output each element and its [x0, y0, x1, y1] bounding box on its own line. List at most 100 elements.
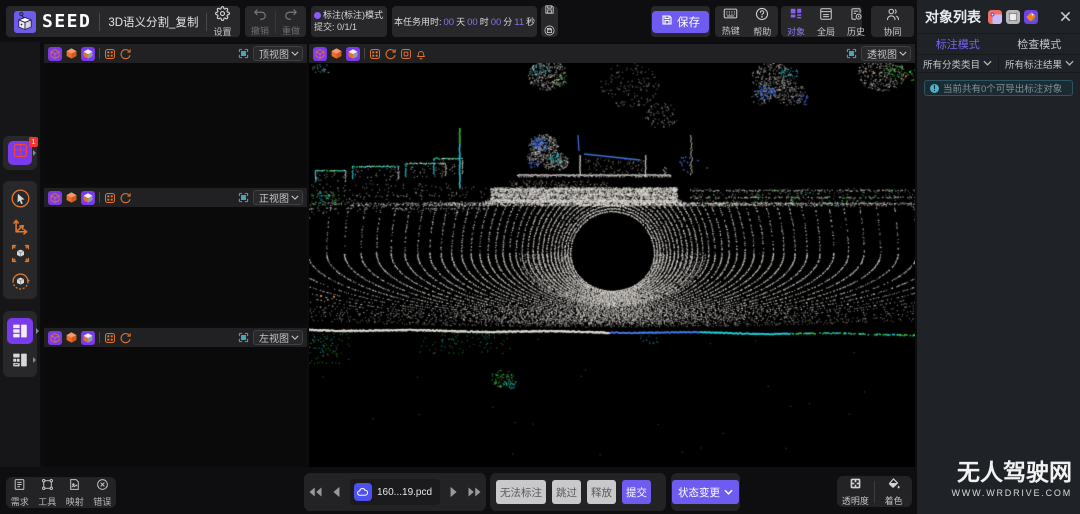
tools-button[interactable]: 工具	[34, 478, 61, 507]
reset-rotation-icon[interactable]	[384, 47, 397, 60]
fit-view-icon[interactable]	[369, 48, 381, 60]
current-frame-chip[interactable]: 160...19.pcd	[350, 479, 440, 505]
mode-tabs: 标注模式 检查模式	[917, 34, 1080, 55]
submit-button[interactable]: 提交	[622, 480, 651, 504]
save-button[interactable]: 保存	[652, 11, 709, 33]
rotate-3d-tool[interactable]	[7, 268, 33, 294]
tab-annotate-mode[interactable]: 标注模式	[917, 34, 999, 54]
collab-button[interactable]: 协同	[877, 7, 907, 37]
layout-three-plus-one-button[interactable]	[7, 318, 33, 344]
fit-view-icon[interactable]	[104, 192, 116, 204]
bottom-bar: 需求 工具 映射 错误 160...19.pcd	[0, 467, 917, 514]
shaded-cube-icon[interactable]	[81, 331, 95, 345]
layout-grid-button[interactable]	[9, 349, 31, 371]
requirement-button[interactable]: 需求	[6, 478, 33, 507]
tab-review-mode[interactable]: 检查模式	[999, 34, 1080, 54]
solid-cube-icon[interactable]	[330, 47, 343, 60]
colorize-button[interactable]: 着色	[876, 477, 912, 506]
tag-mode-icon[interactable]	[1024, 10, 1038, 24]
viewport-main[interactable]: 透视图	[309, 44, 915, 467]
viewport-top[interactable]: 顶视图	[44, 44, 307, 184]
view-selector-label: 顶视图	[259, 46, 289, 61]
settings-label: 设置	[213, 27, 231, 37]
mapping-button[interactable]: 映射	[61, 478, 88, 507]
axes-tool[interactable]	[7, 213, 33, 239]
rect-draw-mode-icon[interactable]	[988, 10, 1002, 24]
view-selector-dropdown[interactable]: 左视图	[253, 330, 303, 345]
frame-file-name: 160...19.pcd	[377, 487, 432, 498]
requirement-label: 需求	[11, 497, 29, 507]
flyout-arrow-icon[interactable]	[33, 150, 36, 156]
skip-button[interactable]: 跳过	[552, 480, 581, 504]
solid-cube-icon[interactable]	[65, 47, 78, 60]
reset-rotation-icon[interactable]	[119, 331, 132, 344]
focus-icon[interactable]	[846, 48, 857, 59]
object-list-panel: 对象列表 标注模式 检查模式 所有分类类目 所有标注结果 ! 当前共有0个可导出…	[917, 0, 1080, 514]
reset-rotation-icon[interactable]	[119, 191, 132, 204]
chevron-down-icon	[291, 195, 299, 200]
opacity-button[interactable]: 透明度	[837, 477, 873, 506]
segmentation-tool-button[interactable]: 1	[8, 141, 32, 165]
focus-icon[interactable]	[238, 192, 249, 203]
history-icon	[849, 7, 863, 26]
solid-cube-icon[interactable]	[65, 191, 78, 204]
history-tab-button[interactable]: 历史	[841, 7, 871, 37]
prev-frame-button[interactable]	[327, 486, 345, 498]
shaded-cube-icon[interactable]	[81, 47, 95, 61]
wireframe-cube-icon[interactable]	[48, 191, 62, 205]
category-filter-dropdown[interactable]: 所有分类类目	[917, 55, 998, 72]
status-change-label: 状态变更	[678, 485, 720, 500]
wireframe-cube-icon[interactable]	[313, 47, 327, 61]
view-selector-dropdown[interactable]: 顶视图	[253, 46, 303, 61]
global-tab-button[interactable]: 全局	[811, 7, 841, 37]
shaded-cube-icon[interactable]	[81, 191, 95, 205]
bell-icon[interactable]	[415, 48, 427, 60]
projection-box-icon[interactable]	[400, 48, 412, 60]
select-cursor-tool[interactable]	[7, 186, 33, 212]
floppy-icon[interactable]	[544, 2, 555, 20]
flyout-arrow-icon[interactable]	[36, 328, 39, 334]
focus-icon[interactable]	[238, 48, 249, 59]
undo-button[interactable]: 撤销	[245, 7, 275, 36]
next-frame-button[interactable]	[445, 486, 463, 498]
view-selector-dropdown[interactable]: 透视图	[861, 46, 911, 61]
first-frame-button[interactable]	[304, 486, 327, 498]
wireframe-cube-icon[interactable]	[48, 47, 62, 61]
release-button[interactable]: 释放	[587, 480, 616, 504]
opacity-label: 透明度	[842, 496, 869, 506]
export-info-text: 当前共有0个可导出标注对象	[943, 81, 1062, 95]
shaded-cube-icon[interactable]	[346, 47, 360, 61]
timer-group: 本任务用时:00天00时00分11秒	[392, 6, 537, 37]
select-mode-icon[interactable]	[1006, 10, 1020, 24]
transform-rect-icon	[41, 478, 54, 496]
result-filter-dropdown[interactable]: 所有标注结果	[998, 55, 1080, 72]
fit-view-icon[interactable]	[104, 48, 116, 60]
hotkey-button[interactable]: 热键	[716, 7, 746, 36]
paint-bucket-icon	[887, 477, 901, 495]
help-button[interactable]: 帮助	[747, 7, 777, 37]
focus-icon[interactable]	[238, 332, 249, 343]
fit-view-icon[interactable]	[104, 332, 116, 344]
status-change-button[interactable]: 状态变更	[672, 480, 739, 504]
objects-tab-button[interactable]: 对象	[781, 7, 811, 37]
last-frame-button[interactable]	[463, 486, 486, 498]
cannot-annotate-button[interactable]: 无法标注	[496, 480, 546, 504]
flyout-arrow-icon[interactable]	[33, 357, 36, 363]
close-panel-icon[interactable]	[1059, 10, 1072, 23]
reset-rotation-icon[interactable]	[119, 47, 132, 60]
solid-cube-icon[interactable]	[65, 331, 78, 344]
chevron-down-icon	[291, 51, 299, 56]
error-button[interactable]: 错误	[89, 478, 116, 507]
view-selector-dropdown[interactable]: 正视图	[253, 190, 303, 205]
viewport-left[interactable]: 左视图	[44, 328, 307, 467]
redo-button[interactable]: 重做	[276, 7, 306, 36]
settings-button[interactable]: 设置	[207, 6, 237, 37]
wireframe-cube-icon[interactable]	[48, 331, 62, 345]
floppy-circle-icon[interactable]	[544, 23, 555, 41]
move-3d-tool[interactable]	[7, 241, 33, 267]
viewport-front[interactable]: 正视图	[44, 188, 307, 324]
point-cloud-area[interactable]	[309, 63, 915, 467]
redo-icon	[284, 7, 298, 25]
watermark: 无人驾驶网 WWW.WRDRIVE.COM	[952, 457, 1073, 498]
help-label: 帮助	[753, 27, 771, 37]
